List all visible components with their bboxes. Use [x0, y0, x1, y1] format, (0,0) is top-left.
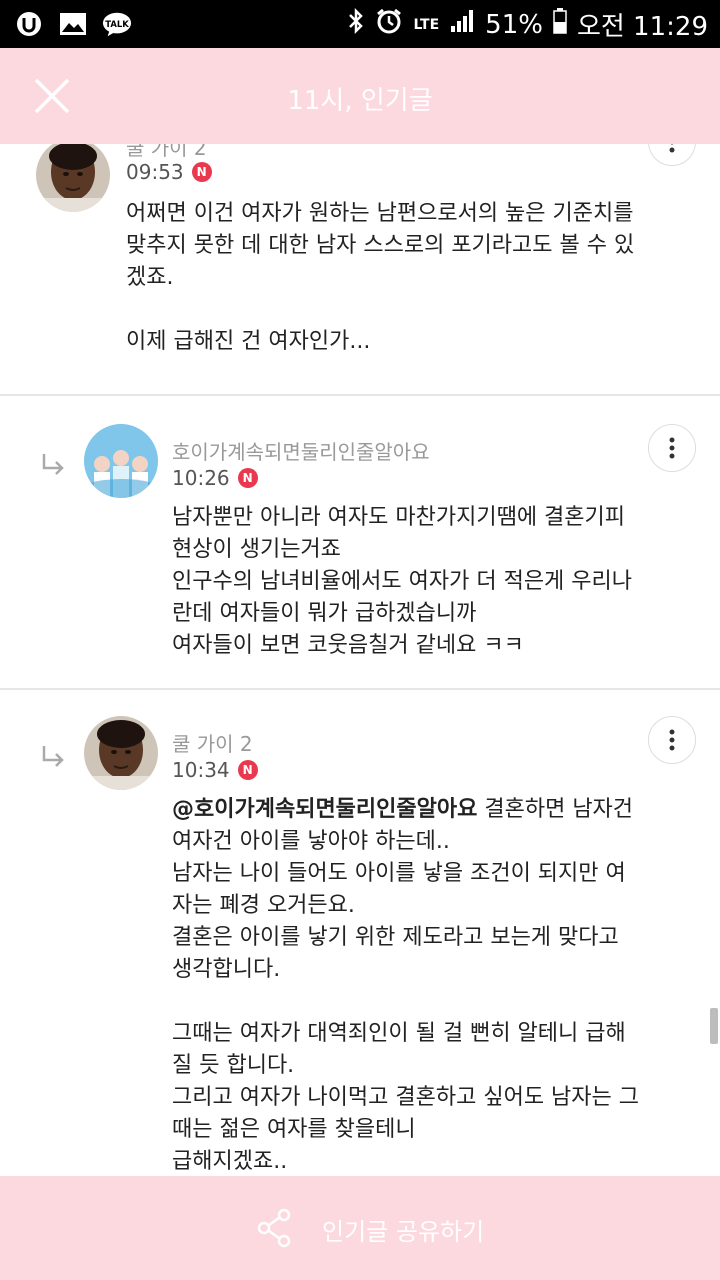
more-options-button[interactable]: [648, 716, 696, 764]
alarm-icon: [375, 7, 403, 42]
share-label: 인기글 공유하기: [322, 1218, 485, 1246]
comment-text: 남자뿐만 아니라 여자도 마찬가지기땜에 결혼기피 현상이 생기는거죠 인구수의…: [172, 505, 633, 658]
share-icon: [257, 1208, 291, 1248]
kakaotalk-icon: TALK: [102, 9, 132, 39]
comment-meta: 09:53 N: [126, 160, 212, 184]
comment-time: 09:53: [126, 160, 184, 184]
comment-meta: 10:34 N: [172, 758, 258, 782]
comment-item: 쿨 가이 2 10:34 N @호이가계속되면둘리인줄알아요 결혼하면 남자건 …: [0, 690, 720, 1176]
page-title: 11시, 인기글: [287, 86, 433, 116]
gallery-icon: [58, 9, 88, 39]
comment-author: 쿨 가이 2: [172, 732, 253, 756]
more-vertical-icon: [669, 144, 675, 153]
new-badge: N: [237, 760, 258, 780]
comment-time: 10:26: [172, 466, 230, 490]
avatar[interactable]: [84, 424, 158, 498]
new-badge: N: [191, 162, 212, 182]
more-options-button[interactable]: [648, 144, 696, 166]
more-options-button[interactable]: [648, 424, 696, 472]
comment-item: 호이가계속되면둘리인줄알아요 10:26 N 남자뿐만 아니라 여자도 마찬가지…: [0, 398, 720, 690]
battery-level: 51%: [485, 9, 543, 40]
clock: 오전 11:29: [576, 12, 708, 42]
status-notifications: TALK: [14, 9, 132, 39]
comment-list[interactable]: 쿨 가이 2 09:53 N 어쩌면 이건 여자가 원하는 남편으로서의 높은 …: [0, 144, 720, 1176]
share-button[interactable]: 인기글 공유하기: [0, 1176, 720, 1280]
network-label: LTE: [413, 16, 440, 33]
status-system: LTE 51% 오전 11:29: [347, 6, 708, 43]
signal-icon: [449, 8, 475, 41]
comment-item: 쿨 가이 2 09:53 N 어쩌면 이건 여자가 원하는 남편으로서의 높은 …: [0, 144, 720, 396]
avatar[interactable]: [84, 716, 158, 790]
comment-author: 쿨 가이 2: [126, 144, 207, 160]
comment-text-body: 결혼하면 남자건 여자건 아이를 낳아야 하는데.. 남자는 나이 들어도 아이…: [172, 797, 640, 1174]
header-bar: 11시, 인기글: [0, 48, 720, 144]
mention-link[interactable]: @호이가계속되면둘리인줄알아요: [172, 797, 477, 822]
more-vertical-icon: [669, 437, 675, 459]
bluetooth-icon: [347, 7, 365, 42]
comment-text: 어쩌면 이건 여자가 원하는 남편으로서의 높은 기준치를 맞추지 못한 데 대…: [126, 201, 635, 354]
reply-arrow-icon: [42, 454, 64, 475]
status-bar: TALK LTE 51% 오전 11:29: [0, 0, 720, 48]
new-badge: N: [237, 468, 258, 488]
svg-text:TALK: TALK: [105, 19, 129, 29]
more-vertical-icon: [669, 729, 675, 751]
scrollbar-thumb[interactable]: [710, 1008, 718, 1044]
comment-meta: 10:26 N: [172, 466, 258, 490]
comment-text: @호이가계속되면둘리인줄알아요 결혼하면 남자건 여자건 아이를 낳아야 하는데…: [172, 794, 692, 1176]
avatar[interactable]: [36, 144, 110, 212]
comment-author: 호이가계속되면둘리인줄알아요: [172, 440, 430, 464]
u-plus-icon: [14, 9, 44, 39]
battery-icon: [553, 8, 567, 41]
reply-arrow-icon: [42, 746, 64, 767]
comment-time: 10:34: [172, 758, 230, 782]
